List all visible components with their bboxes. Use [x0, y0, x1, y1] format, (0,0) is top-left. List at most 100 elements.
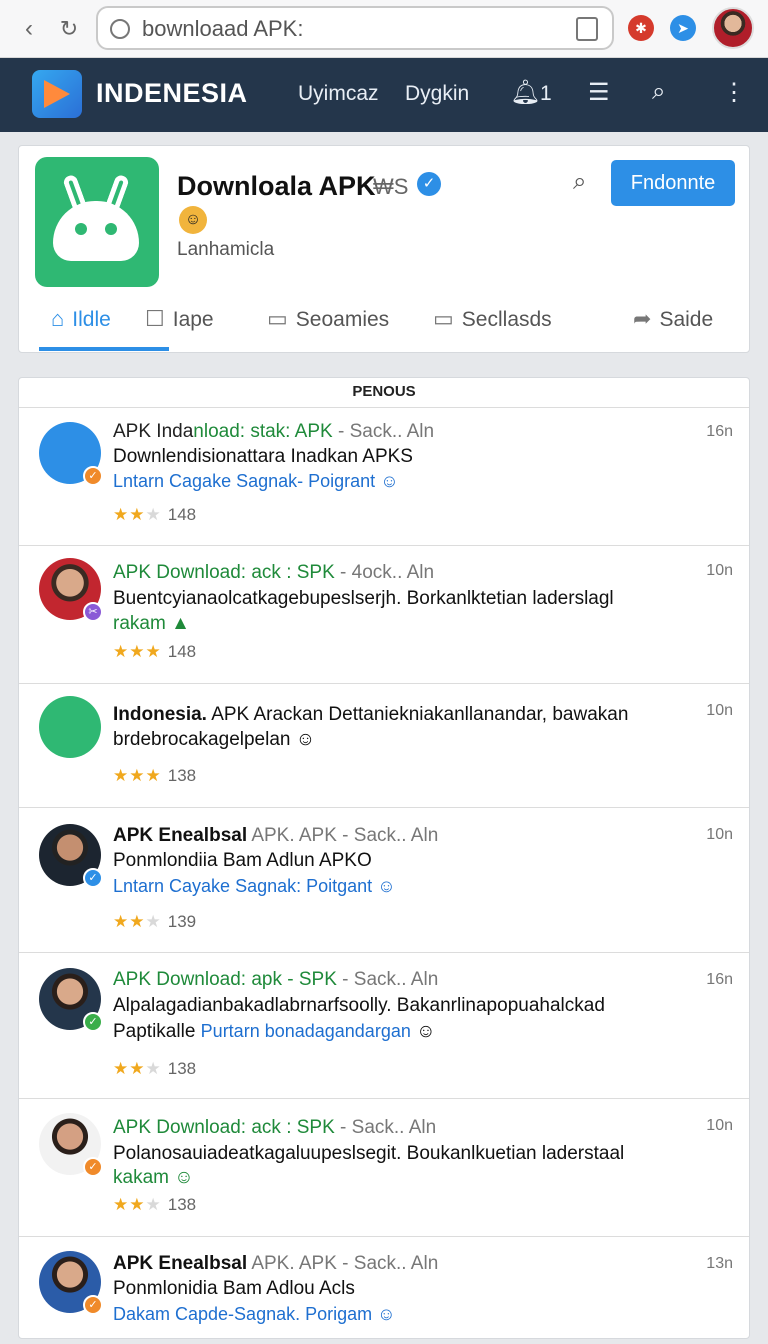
emoji-icon: ☺: [174, 1167, 194, 1188]
thumb-icon: ☐: [145, 306, 165, 331]
post-time: 16n: [706, 971, 733, 988]
rating-stars: ★★★ 139: [113, 912, 197, 931]
nav-link-2[interactable]: Dygkin: [405, 82, 469, 106]
post-link[interactable]: rakam ▲: [113, 613, 190, 635]
reload-icon[interactable]: ↻: [54, 14, 84, 44]
brand-name[interactable]: INDENESIA: [96, 78, 248, 109]
list-item[interactable]: ✓ APK Indanload: stak: APK - Sack.. Aln …: [19, 409, 749, 546]
rating-stars: ★★★ 148: [113, 505, 197, 524]
post-header: APK Download: ack : SPK - 4ock.. Aln: [113, 562, 435, 583]
avatar-badge-icon: ✓: [83, 868, 103, 888]
avatar-badge-icon: ✓: [83, 1012, 103, 1032]
app-profile-card: Downloala APK ₩S ✓ ☺ Lanhamicla ⌕ Fndonn…: [18, 145, 750, 353]
back-icon[interactable]: ‹: [14, 14, 44, 44]
avatar-badge-icon: ✂: [83, 602, 103, 622]
emoji-icon: ☺: [377, 1304, 396, 1324]
post-link[interactable]: Dakam Capde-Sagnak. Porigam ☺: [113, 1304, 396, 1325]
emoji-icon: ☺: [179, 206, 207, 234]
address-bar[interactable]: bownloaad APK:: [96, 6, 614, 50]
tab-home-label: Ildle: [72, 308, 111, 331]
list-item[interactable]: ✓ APK Download: apk - SPK - Sack.. Aln A…: [19, 953, 749, 1099]
list-item[interactable]: ✓ APK Enealbsal APK. APK - Sack.. Aln Po…: [19, 1237, 749, 1338]
emoji-icon: ☺: [295, 729, 316, 750]
list-item[interactable]: Indonesia. APK Arackan Dettaniekniakanll…: [19, 684, 749, 808]
home-icon: ⌂: [51, 306, 65, 331]
tab-like-label: Iape: [172, 308, 214, 331]
tab-like[interactable]: ☐ Iape: [145, 306, 214, 332]
post-time: 10n: [706, 562, 733, 579]
notification-count: 1: [540, 82, 552, 105]
post-time: 10n: [706, 826, 733, 843]
post-link[interactable]: kakam ☺: [113, 1167, 194, 1189]
rating-stars: ★★★ 138: [113, 1059, 197, 1078]
post-link[interactable]: Lntarn Cayake Sagnak: Poitgant ☺: [113, 876, 396, 897]
extension-blue-icon[interactable]: ➤: [670, 15, 696, 41]
app-subtitle: Lanhamicla: [177, 239, 275, 260]
post-body: Alpalagadianbakadlabrnarfsoolly. Bakanrl…: [113, 995, 605, 1016]
search-icon[interactable]: ⌕: [652, 78, 665, 106]
list-item[interactable]: ✂ APK Download: ack : SPK - 4ock.. Aln B…: [19, 546, 749, 684]
avatar: ✓: [39, 422, 103, 486]
avatar-badge-icon: ✓: [83, 1157, 103, 1177]
tab-comments-label: Seoamies: [295, 308, 390, 331]
tab-share[interactable]: ➦ Saide: [633, 306, 713, 332]
nav-link-1[interactable]: Uyimcaz: [298, 82, 379, 106]
active-tab-indicator: [39, 347, 169, 351]
reviews-feed: PENOUS ✓ APK Indanload: stak: APK - Sack…: [18, 377, 750, 1339]
more-vertical-icon[interactable]: ⋮: [722, 78, 746, 107]
avatar: ✓: [39, 968, 103, 1032]
android-app-icon: [35, 157, 159, 287]
browser-profile-avatar[interactable]: [712, 7, 754, 49]
post-time: 10n: [706, 702, 733, 719]
verified-check-icon: ✓: [417, 172, 441, 196]
menu-icon[interactable]: ☰: [588, 78, 610, 107]
rating-stars: ★★★ 148: [113, 642, 197, 661]
app-navbar: INDENESIA Uyimcaz Dygkin 🔔︎ 1 ☰ ⌕ ⋮: [0, 58, 768, 132]
search-circle-icon: [110, 19, 130, 39]
avatar: [39, 696, 101, 758]
rating-stars: ★★★ 138: [113, 766, 197, 785]
avatar: ✓: [39, 1251, 103, 1315]
post-time: 13n: [706, 1255, 733, 1272]
tab-messages[interactable]: ▭ Secllasds: [433, 306, 552, 332]
avatar: ✓: [39, 1113, 103, 1177]
play-logo-icon[interactable]: [32, 70, 82, 118]
post-header: APK Enealbsal APK. APK - Sack.. Aln: [113, 1253, 439, 1274]
title-badge: ₩S: [373, 174, 409, 199]
post-body: Downlendisionattara Inadkan APKS: [113, 446, 413, 467]
tab-comments[interactable]: ▭ Seoamies: [267, 306, 389, 332]
post-body-continued: Paptikalle Purtarn bonadagandargan ☺: [113, 1021, 436, 1042]
share-icon: ➦: [633, 306, 652, 331]
post-header: APK Download: ack : SPK - Sack.. Aln: [113, 1117, 437, 1138]
list-item[interactable]: ✓ APK Download: ack : SPK - Sack.. Aln P…: [19, 1099, 749, 1237]
message-icon: ▭: [433, 306, 454, 331]
post-header: APK Download: apk - SPK - Sack.. Aln: [113, 969, 439, 990]
extension-red-icon[interactable]: ✱: [628, 15, 654, 41]
address-text: bownloaad APK:: [142, 16, 304, 41]
post-body: Buentcyianaolcatkagebupeslserjh. Borkanl…: [113, 588, 614, 609]
post-time: 16n: [706, 423, 733, 440]
post-time: 10n: [706, 1117, 733, 1134]
rating-stars: ★★★ 138: [113, 1195, 197, 1214]
feed-header: PENOUS: [19, 378, 749, 408]
bell-icon[interactable]: 🔔︎: [510, 78, 540, 107]
avatar: ✓: [39, 824, 103, 888]
post-link[interactable]: Purtarn bonadagandargan: [201, 1021, 411, 1041]
clipboard-icon[interactable]: [576, 17, 598, 41]
follow-button[interactable]: Fndonnte: [611, 160, 735, 206]
post-header: APK Indanload: stak: APK - Sack.. Aln: [113, 421, 435, 442]
emoji-icon: ☺: [380, 471, 399, 491]
tab-home[interactable]: ⌂ Ildle: [51, 306, 111, 332]
post-header: Indonesia. APK Arackan Dettaniekniakanll…: [113, 704, 629, 725]
tab-share-label: Saide: [659, 308, 714, 331]
avatar: ✂: [39, 558, 103, 622]
comment-icon: ▭: [267, 306, 288, 331]
post-link[interactable]: Lntarn Cagake Sagnak- Poigrant ☺: [113, 471, 399, 492]
emoji-icon: ☺: [416, 1021, 436, 1042]
browser-toolbar: ‹ ↻ bownloaad APK: ✱ ➤: [0, 0, 768, 58]
post-body: Ponmlondiia Bam Adlun APKO: [113, 850, 372, 871]
profile-search-icon[interactable]: ⌕: [573, 168, 586, 196]
list-item[interactable]: ✓ APK Enealbsal APK. APK - Sack.. Aln Po…: [19, 808, 749, 953]
tab-messages-label: Secllasds: [461, 308, 552, 331]
avatar-badge-icon: ✓: [83, 1295, 103, 1315]
